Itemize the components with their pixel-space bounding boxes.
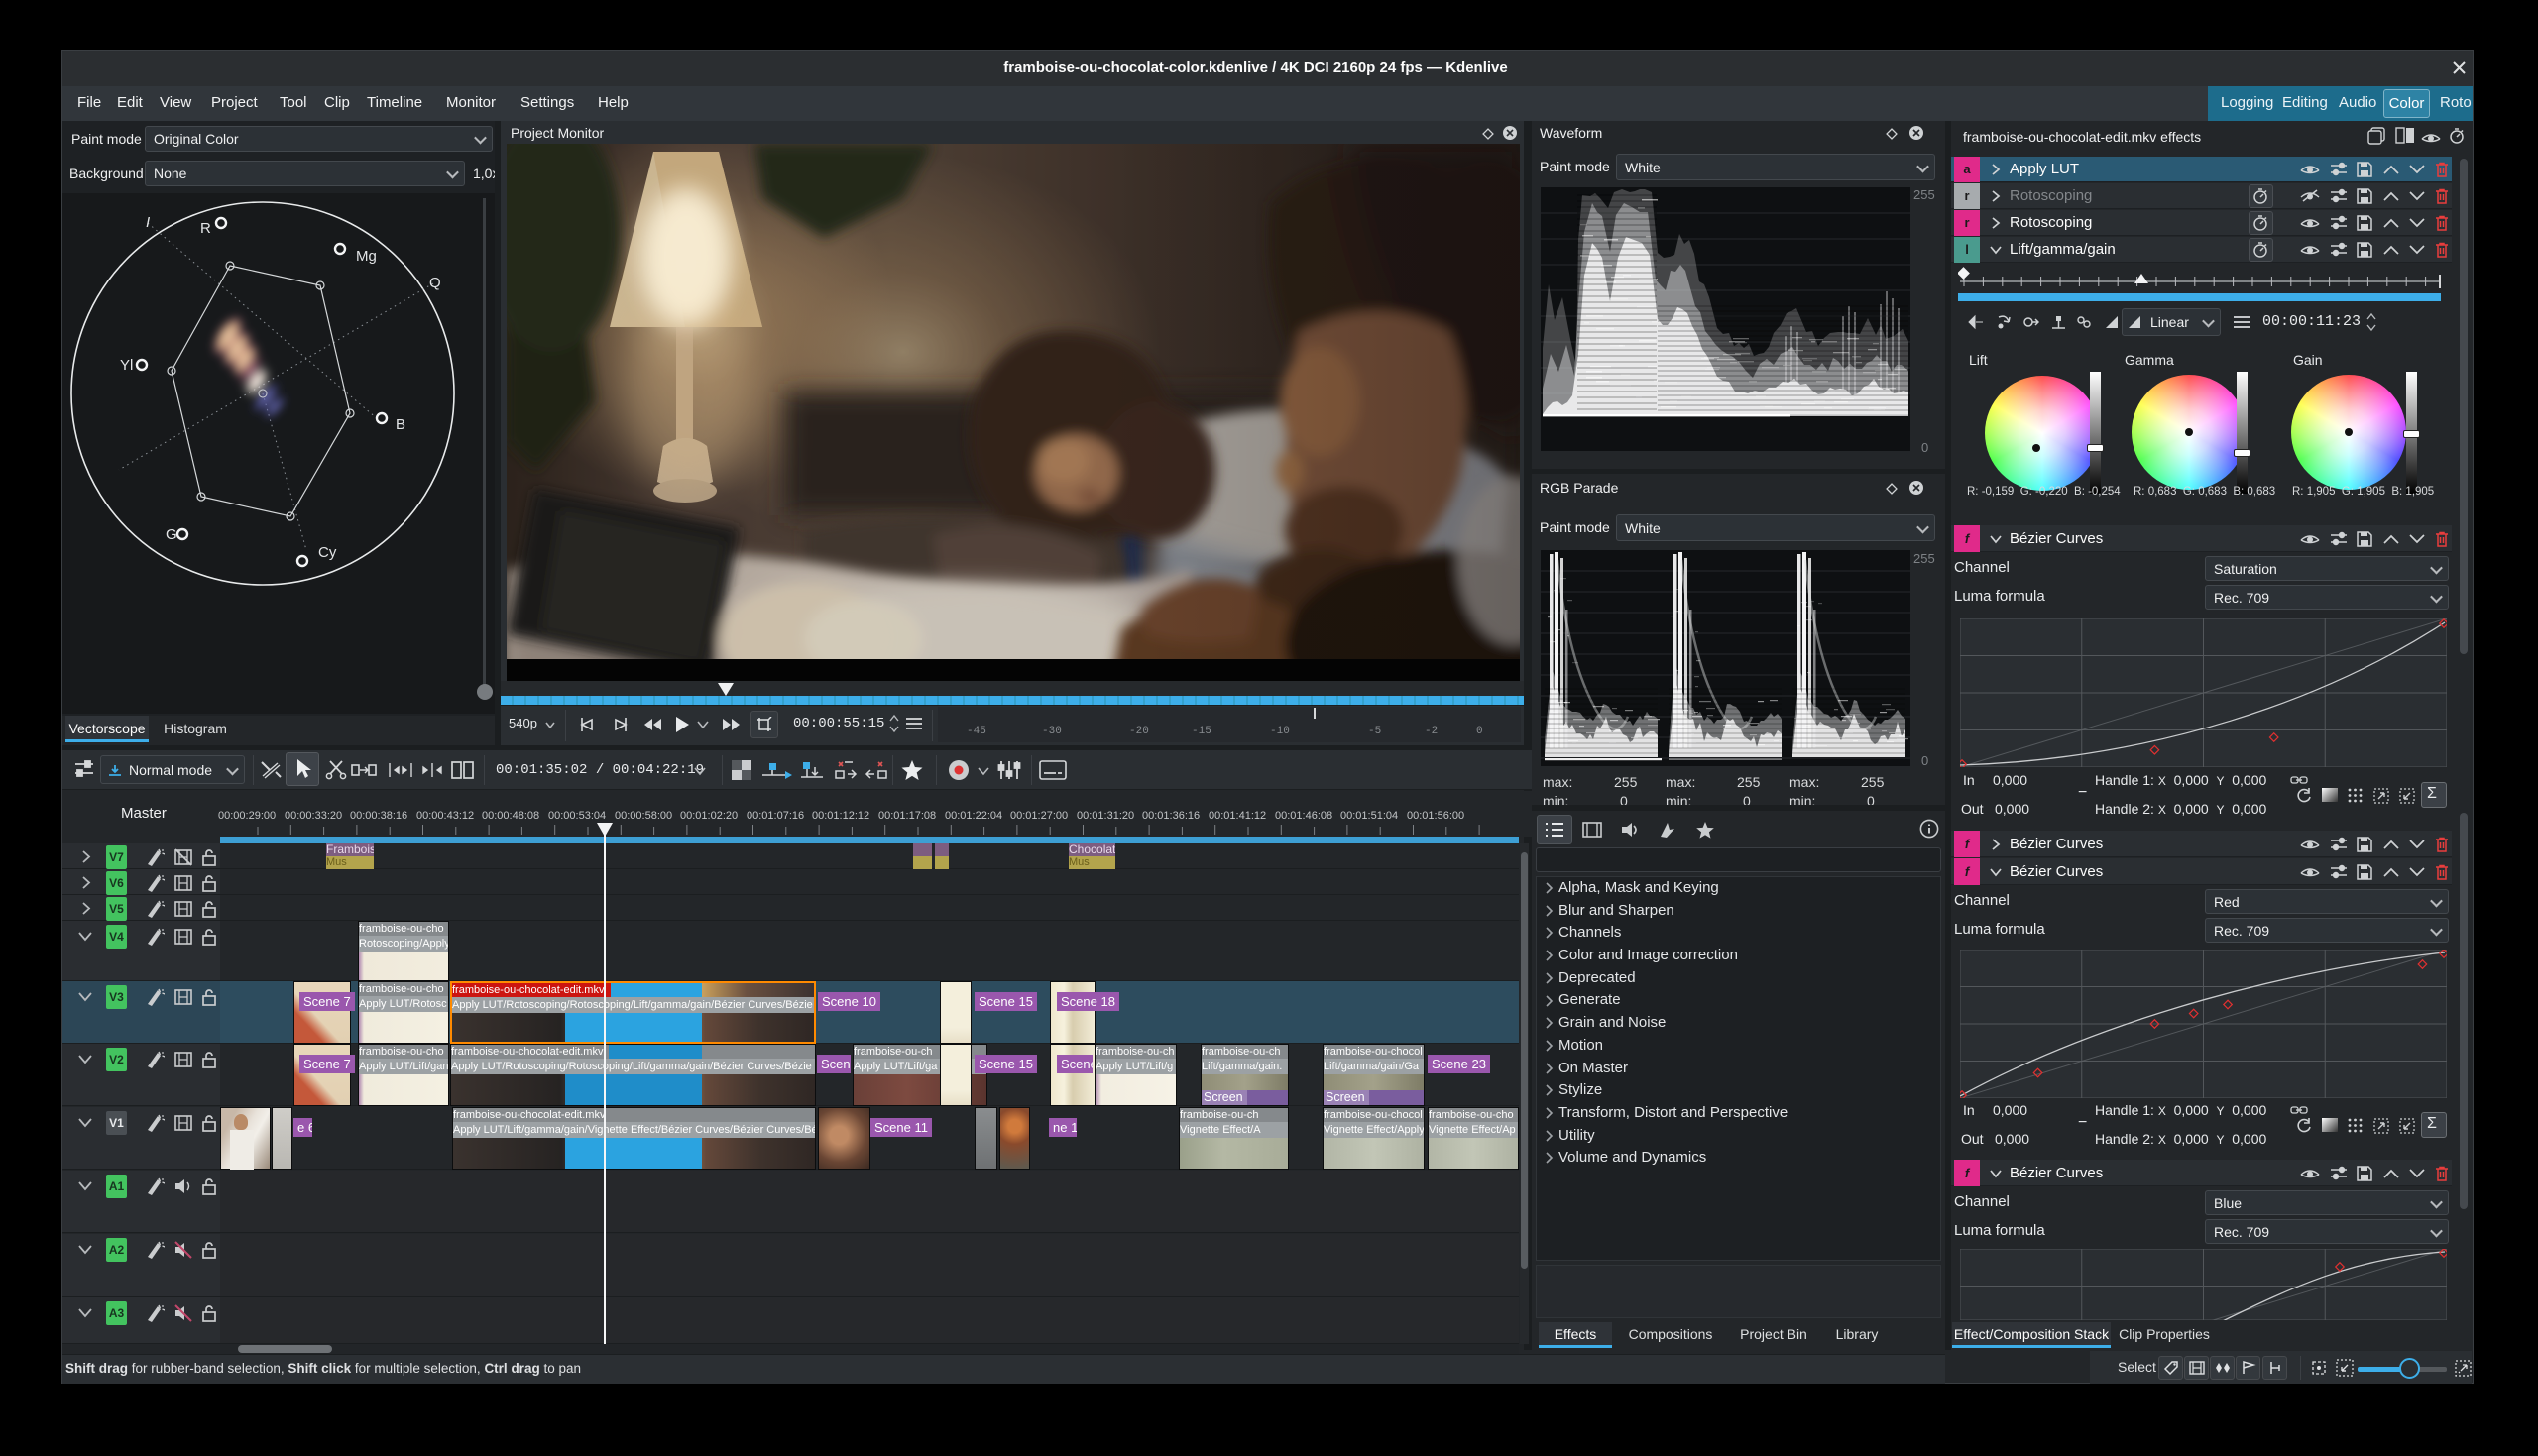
svg-text:Mg: Mg [356, 248, 377, 265]
svg-text:I: I [146, 214, 150, 231]
svg-text:Yl: Yl [120, 357, 133, 374]
svg-text:Cy: Cy [318, 544, 337, 561]
svg-text:G: G [166, 526, 177, 543]
svg-text:Q: Q [429, 275, 441, 291]
svg-text:B: B [396, 416, 405, 433]
svg-text:R: R [200, 220, 211, 237]
